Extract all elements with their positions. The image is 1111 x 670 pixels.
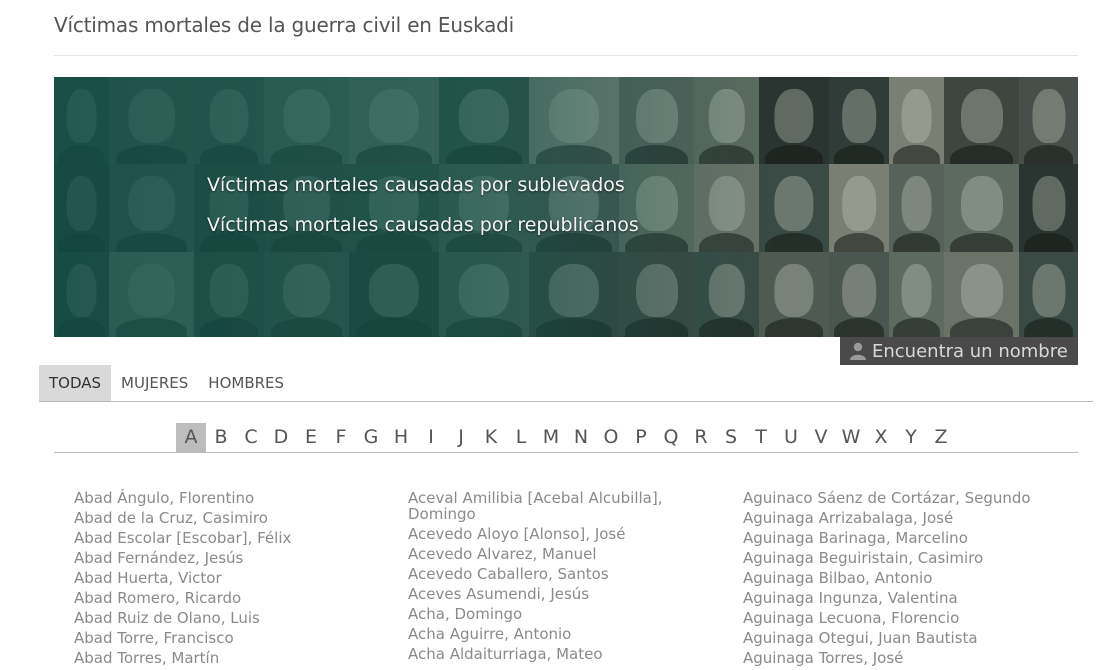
letter-v[interactable]: V [806, 423, 836, 452]
letter-j[interactable]: J [446, 423, 476, 452]
names-column-1: Abad Ángulo, Florentino Abad de la Cruz, … [74, 490, 374, 670]
banner: Víctimas mortales causadas por sublevado… [54, 77, 1078, 337]
alphabet-index: ABCDEFGHIJKLMNOPQRSTUVWXYZ [176, 423, 956, 452]
letter-o[interactable]: O [596, 423, 626, 452]
letter-f[interactable]: F [326, 423, 356, 452]
link-victims-sublevados[interactable]: Víctimas mortales causadas por sublevado… [207, 174, 625, 196]
find-name-label: Encuentra un nombre [872, 340, 1068, 362]
portrait-photo [944, 77, 1019, 164]
letter-i[interactable]: I [416, 423, 446, 452]
victim-name-link[interactable]: Acha Aguirre, Antonio [408, 626, 698, 642]
letter-a[interactable]: A [176, 423, 206, 452]
victim-name-link[interactable]: Aguinaga Otegui, Juan Bautista [743, 630, 1043, 646]
portrait-photo [1019, 252, 1078, 337]
victim-name-link[interactable]: Abad Torre, Francisco [74, 630, 374, 646]
letter-e[interactable]: E [296, 423, 326, 452]
title-divider [54, 55, 1078, 56]
victim-name-link[interactable]: Abad Huerta, Victor [74, 570, 374, 586]
letter-s[interactable]: S [716, 423, 746, 452]
portrait-photo [889, 164, 944, 252]
letter-q[interactable]: Q [656, 423, 686, 452]
letter-y[interactable]: Y [896, 423, 926, 452]
portrait-photo [1019, 164, 1078, 252]
victim-name-link[interactable]: Abad Romero, Ricardo [74, 590, 374, 606]
victim-name-link[interactable]: Aguinaga Lecuona, Florencio [743, 610, 1043, 626]
portrait-photo [889, 77, 944, 164]
gender-tabs: TODAS MUJERES HOMBRES [39, 365, 294, 402]
victim-name-link[interactable]: Aceval Amilibia [Acebal Alcubilla], Domi… [408, 490, 698, 522]
portrait-photo [944, 164, 1019, 252]
letter-l[interactable]: L [506, 423, 536, 452]
victim-name-link[interactable]: Acha Aldaiturriaga, Mateo [408, 646, 698, 662]
letter-g[interactable]: G [356, 423, 386, 452]
letter-c[interactable]: C [236, 423, 266, 452]
victim-name-link[interactable]: Acevedo Caballero, Santos [408, 566, 698, 582]
tab-todas[interactable]: TODAS [39, 365, 112, 402]
portrait-photo [1019, 77, 1078, 164]
portrait-photo [944, 252, 1019, 337]
letter-h[interactable]: H [386, 423, 416, 452]
letter-b[interactable]: B [206, 423, 236, 452]
victim-name-link[interactable]: Acevedo Alvarez, Manuel [408, 546, 698, 562]
find-name-button[interactable]: Encuentra un nombre [840, 337, 1078, 365]
names-column-3: Aguinaco Sáenz de Cortázar, Segundo Aguin… [743, 490, 1043, 670]
victim-name-link[interactable]: Abad Torres, Martín [74, 650, 374, 666]
victim-name-link[interactable]: Aceves Asumendi, Jesús [408, 586, 698, 602]
victim-name-link[interactable]: Abad Ruiz de Olano, Luis [74, 610, 374, 626]
victim-name-link[interactable]: Aguinaga Ingunza, Valentina [743, 590, 1043, 606]
alphabet-divider [54, 452, 1078, 453]
names-column-2: Aceval Amilibia [Acebal Alcubilla], Domi… [408, 490, 698, 666]
victim-name-link[interactable]: Aguinaga Barinaga, Marcelino [743, 530, 1043, 546]
portrait-photo [829, 252, 889, 337]
person-icon [850, 342, 866, 360]
victim-name-link[interactable]: Aguinaga Torres, José [743, 650, 1043, 666]
letter-p[interactable]: P [626, 423, 656, 452]
letter-t[interactable]: T [746, 423, 776, 452]
portrait-photo [889, 252, 944, 337]
victim-name-link[interactable]: Aguinaga Arrizabalaga, José [743, 510, 1043, 526]
letter-r[interactable]: R [686, 423, 716, 452]
letter-x[interactable]: X [866, 423, 896, 452]
victim-name-link[interactable]: Abad Ángulo, Florentino [74, 490, 374, 506]
tab-mujeres[interactable]: MUJERES [111, 365, 198, 402]
letter-w[interactable]: W [836, 423, 866, 452]
letter-u[interactable]: U [776, 423, 806, 452]
banner-overlay [54, 77, 774, 337]
victim-name-link[interactable]: Aguinaco Sáenz de Cortázar, Segundo [743, 490, 1043, 506]
victim-name-link[interactable]: Abad Escolar [Escobar], Félix [74, 530, 374, 546]
tabs-divider [39, 401, 1093, 402]
letter-z[interactable]: Z [926, 423, 956, 452]
tab-hombres[interactable]: HOMBRES [198, 365, 294, 402]
letter-n[interactable]: N [566, 423, 596, 452]
victim-name-link[interactable]: Abad de la Cruz, Casimiro [74, 510, 374, 526]
page-title: Víctimas mortales de la guerra civil en … [54, 13, 515, 37]
portrait-photo [829, 77, 889, 164]
victim-name-link[interactable]: Acevedo Aloyo [Alonso], José [408, 526, 698, 542]
victim-name-link[interactable]: Acha, Domingo [408, 606, 698, 622]
letter-m[interactable]: M [536, 423, 566, 452]
victim-name-link[interactable]: Aguinaga Beguiristain, Casimiro [743, 550, 1043, 566]
letter-d[interactable]: D [266, 423, 296, 452]
letter-k[interactable]: K [476, 423, 506, 452]
victim-name-link[interactable]: Aguinaga Bilbao, Antonio [743, 570, 1043, 586]
portrait-photo [829, 164, 889, 252]
link-victims-republicanos[interactable]: Víctimas mortales causadas por republica… [207, 214, 639, 236]
victim-name-link[interactable]: Abad Fernández, Jesús [74, 550, 374, 566]
